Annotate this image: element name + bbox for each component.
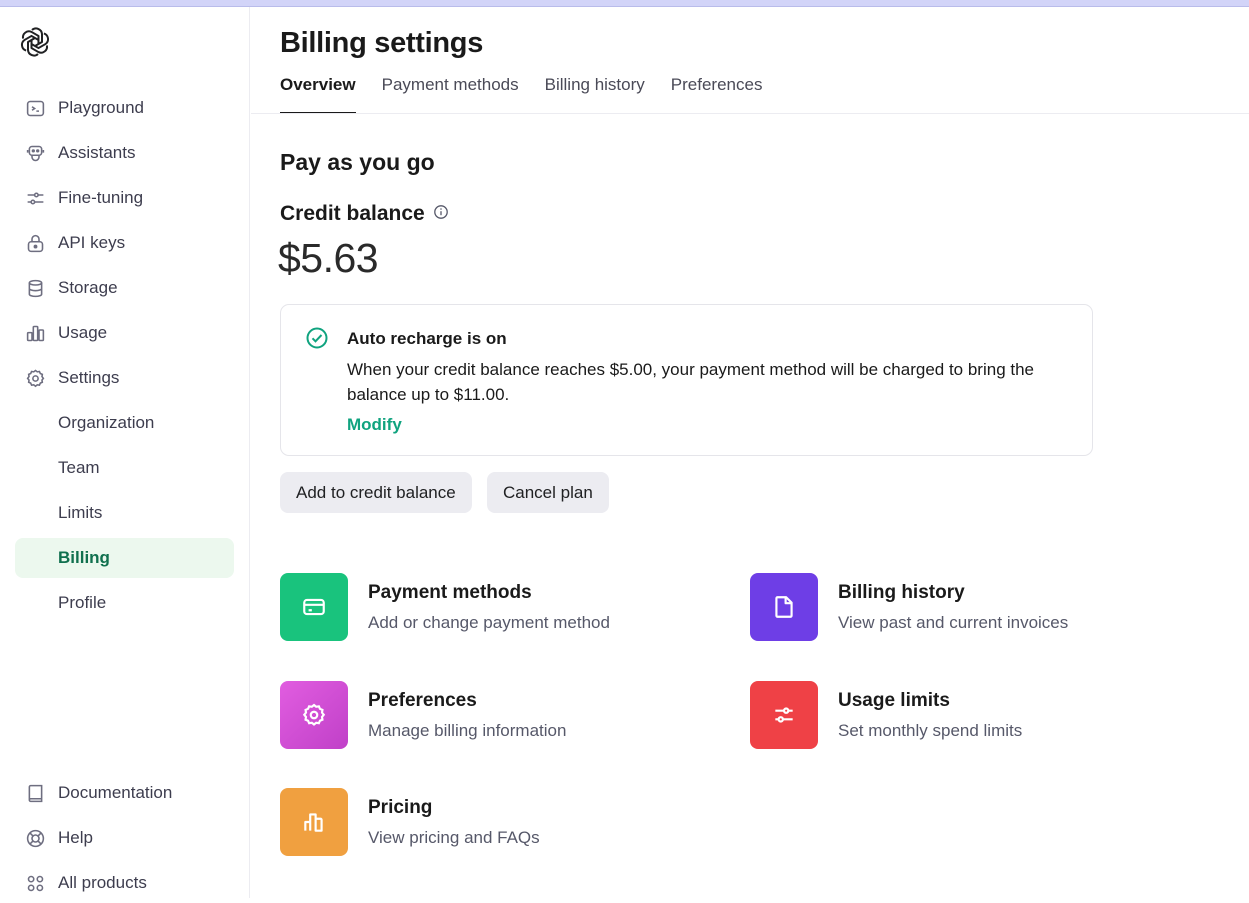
document-icon <box>750 573 818 641</box>
sidebar-item-label: Billing <box>58 548 110 567</box>
tile-description: Set monthly spend limits <box>838 721 1023 740</box>
page-title: Billing settings <box>280 27 484 59</box>
sidebar-item-storage[interactable]: Storage <box>15 268 234 308</box>
sidebar-item-label: Documentation <box>58 783 173 802</box>
section-title: Pay as you go <box>280 149 435 175</box>
sidebar-item-api-keys[interactable]: API keys <box>15 223 234 263</box>
tile-description: View pricing and FAQs <box>368 828 540 847</box>
check-circle-icon <box>305 326 329 350</box>
tile-title: Pricing <box>368 797 433 818</box>
sidebar-item-label: Fine-tuning <box>58 188 144 207</box>
sliders-icon <box>750 681 818 749</box>
auto-recharge-card: Auto recharge is on When your credit bal… <box>280 304 1093 456</box>
modify-link[interactable]: Modify <box>347 415 402 435</box>
bar-chart-icon <box>280 788 348 856</box>
sidebar-item-settings[interactable]: Settings <box>15 358 234 398</box>
main-content: Billing settings Overview Payment method… <box>251 7 1249 898</box>
tab-overview[interactable]: Overview <box>280 67 356 114</box>
sidebar-item-label: Profile <box>58 593 107 612</box>
lifebuoy-icon <box>24 827 46 849</box>
sidebar-item-label: Team <box>58 458 100 477</box>
sidebar-item-team[interactable]: Team <box>15 448 234 488</box>
credit-balance-value: $5.63 <box>278 235 379 281</box>
book-icon <box>24 782 46 804</box>
sidebar-item-label: Organization <box>58 413 155 432</box>
sidebar-item-limits[interactable]: Limits <box>15 493 234 533</box>
tile-description: Add or change payment method <box>368 613 610 632</box>
sidebar-item-playground[interactable]: Playground <box>15 88 234 128</box>
tab-billing-history[interactable]: Billing history <box>545 67 645 114</box>
sidebar-item-assistants[interactable]: Assistants <box>15 133 234 173</box>
tile-title: Billing history <box>838 582 965 603</box>
terminal-icon <box>24 97 46 119</box>
sidebar-item-help[interactable]: Help <box>15 818 234 858</box>
sidebar-item-all-products[interactable]: All products <box>15 863 234 903</box>
gear-icon <box>24 367 46 389</box>
sidebar-item-label: Help <box>58 828 93 847</box>
tile-title: Preferences <box>368 690 477 711</box>
tile-payment-methods[interactable]: Payment methods Add or change payment me… <box>280 573 720 641</box>
info-icon[interactable] <box>433 202 449 226</box>
sidebar-item-organization[interactable]: Organization <box>15 403 234 443</box>
sidebar-item-label: Settings <box>58 368 120 387</box>
tile-preferences[interactable]: Preferences Manage billing information <box>280 681 720 749</box>
auto-recharge-title: Auto recharge is on <box>347 329 507 348</box>
robot-icon <box>24 142 46 164</box>
sidebar-item-label: Storage <box>58 278 118 297</box>
openai-logo-icon[interactable] <box>18 25 52 59</box>
tile-description: Manage billing information <box>368 721 567 740</box>
tile-title: Payment methods <box>368 582 532 603</box>
bar-chart-icon <box>24 322 46 344</box>
tabs-divider <box>251 113 1249 114</box>
grid-icon <box>24 872 46 894</box>
credit-balance-heading: Credit balance <box>280 202 449 226</box>
cancel-plan-button[interactable]: Cancel plan <box>487 472 609 513</box>
sidebar-item-fine-tuning[interactable]: Fine-tuning <box>15 178 234 218</box>
tab-preferences[interactable]: Preferences <box>671 67 763 114</box>
gear-icon <box>280 681 348 749</box>
sidebar-item-label: Playground <box>58 98 145 117</box>
tab-bar: Overview Payment methods Billing history… <box>280 67 762 114</box>
sidebar-item-documentation[interactable]: Documentation <box>15 773 234 813</box>
credit-balance-label: Credit balance <box>280 202 425 225</box>
sidebar-item-label: Usage <box>58 323 108 342</box>
tab-payment-methods[interactable]: Payment methods <box>382 67 519 114</box>
sidebar-item-usage[interactable]: Usage <box>15 313 234 353</box>
credit-card-icon <box>280 573 348 641</box>
sidebar: Playground Assistants Fine-tuning API ke… <box>0 7 250 898</box>
browser-top-strip <box>0 0 1249 7</box>
sidebar-item-label: Limits <box>58 503 103 522</box>
sidebar-item-label: API keys <box>58 233 126 252</box>
add-to-credit-balance-button[interactable]: Add to credit balance <box>280 472 472 513</box>
tile-description: View past and current invoices <box>838 613 1069 632</box>
tile-title: Usage limits <box>838 690 950 711</box>
tile-billing-history[interactable]: Billing history View past and current in… <box>750 573 1190 641</box>
auto-recharge-description: When your credit balance reaches $5.00, … <box>347 360 1035 404</box>
sidebar-item-label: All products <box>58 873 147 892</box>
database-icon <box>24 277 46 299</box>
tile-usage-limits[interactable]: Usage limits Set monthly spend limits <box>750 681 1190 749</box>
lock-icon <box>24 232 46 254</box>
sliders-icon <box>24 187 46 209</box>
sidebar-item-label: Assistants <box>58 143 136 162</box>
tile-pricing[interactable]: Pricing View pricing and FAQs <box>280 788 720 856</box>
sidebar-item-profile[interactable]: Profile <box>15 583 234 623</box>
sidebar-item-billing[interactable]: Billing <box>15 538 234 578</box>
